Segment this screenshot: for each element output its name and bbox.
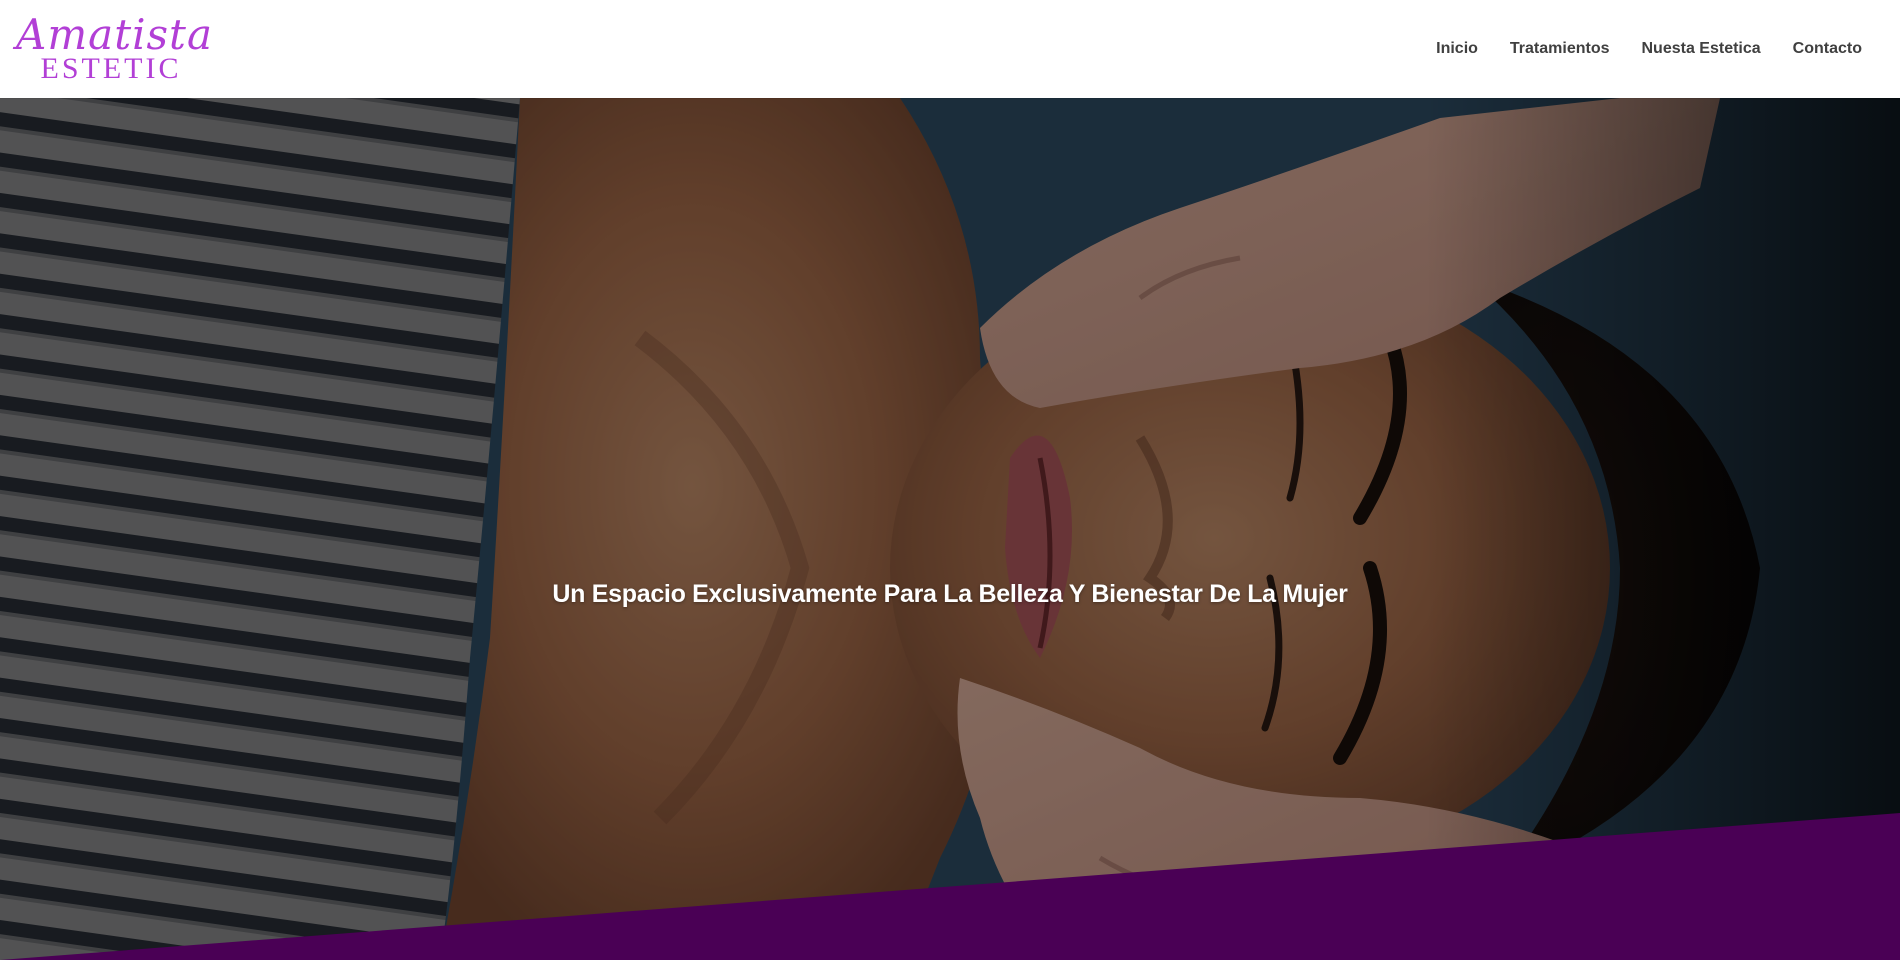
nav-item-inicio[interactable]: Inicio	[1436, 40, 1478, 58]
site-header: Amatista ESTETIC Inicio Tratamientos Nue…	[0, 0, 1900, 98]
nav-item-nuestra-estetica[interactable]: Nuesta Estetica	[1642, 40, 1761, 58]
main-nav: Inicio Tratamientos Nuesta Estetica Cont…	[1436, 0, 1862, 98]
hero-section: Un Espacio Exclusivamente Para La Bellez…	[0, 98, 1900, 960]
nav-item-tratamientos[interactable]: Tratamientos	[1510, 40, 1610, 58]
section-divider-shape	[0, 813, 1900, 960]
nav-item-contacto[interactable]: Contacto	[1793, 40, 1862, 58]
site-logo[interactable]: Amatista ESTETIC	[16, 12, 212, 88]
logo-caps-text: ESTETIC	[40, 52, 182, 85]
